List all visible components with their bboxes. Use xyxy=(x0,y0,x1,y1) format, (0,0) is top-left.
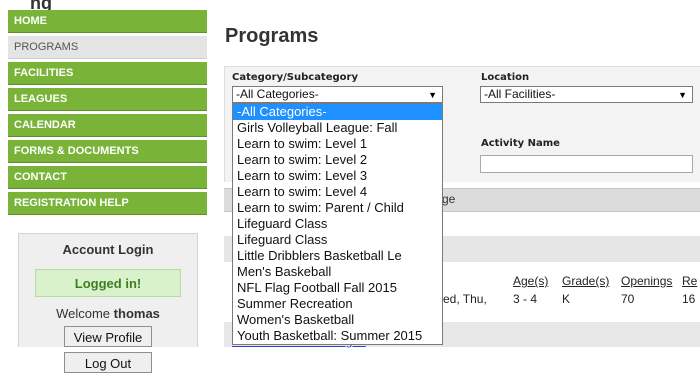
nav-item-home[interactable]: HOME xyxy=(8,10,207,33)
account-login-title: Account Login xyxy=(62,242,154,257)
username: thomas xyxy=(113,306,160,321)
column-header-openings[interactable]: Openings xyxy=(621,274,672,288)
dropdown-arrow-icon: ▼ xyxy=(678,90,687,100)
dropdown-option[interactable]: NFL Flag Football Fall 2015 xyxy=(233,280,442,296)
account-login-panel: Account Login Logged in! Welcome thomas … xyxy=(18,233,198,373)
category-select[interactable]: -All Categories- ▼ xyxy=(232,86,443,103)
dropdown-option[interactable]: Men's Baskeball xyxy=(233,264,442,280)
dropdown-option[interactable]: Learn to swim: Level 1 xyxy=(233,136,442,152)
nav-item-calendar[interactable]: CALENDAR xyxy=(8,114,207,137)
sidebar-header-fragment: ng xyxy=(30,0,52,10)
column-header-registered[interactable]: Re xyxy=(682,274,697,288)
location-label: Location xyxy=(481,72,530,83)
nav-item-leagues[interactable]: LEAGUES xyxy=(8,88,207,111)
dropdown-option[interactable]: Learn to swim: Level 3 xyxy=(233,168,442,184)
cell-days: ed, Thu, xyxy=(443,292,487,306)
welcome-message: Welcome thomas xyxy=(19,306,197,321)
log-out-button[interactable]: Log Out xyxy=(64,352,152,373)
page-title: Programs xyxy=(225,25,319,47)
dropdown-option[interactable]: Lifeguard Class xyxy=(233,216,442,232)
column-header-grades[interactable]: Grade(s) xyxy=(562,274,609,288)
column-header-ages[interactable]: Age(s) xyxy=(513,274,548,288)
nav-item-registration-help[interactable]: REGISTRATION HELP xyxy=(8,192,207,215)
category-label: Category/Subcategory xyxy=(232,72,358,83)
dropdown-option[interactable]: Little Dribblers Basketball Le xyxy=(233,248,442,264)
activity-name-label: Activity Name xyxy=(481,138,560,149)
dropdown-option[interactable]: Summer Recreation xyxy=(233,296,442,312)
view-profile-button[interactable]: View Profile xyxy=(64,326,152,347)
nav-item-facilities[interactable]: FACILITIES xyxy=(8,62,207,85)
toolbar-text-fragment: ge xyxy=(442,192,456,206)
dropdown-option[interactable]: Learn to swim: Level 2 xyxy=(233,152,442,168)
dropdown-option[interactable]: Learn to swim: Parent / Child xyxy=(233,200,442,216)
nav-item-contact[interactable]: CONTACT xyxy=(8,166,207,189)
dropdown-option[interactable]: Youth Basketball: Summer 2015 xyxy=(233,328,442,344)
logged-in-status: Logged in! xyxy=(35,269,181,297)
cell-registered: 16 xyxy=(682,292,696,306)
welcome-prefix: Welcome xyxy=(56,306,111,321)
location-selected-value: -All Facilities- xyxy=(484,87,556,101)
location-select[interactable]: -All Facilities- ▼ xyxy=(480,86,693,103)
cell-ages: 3 - 4 xyxy=(513,292,538,306)
dropdown-option[interactable]: Learn to swim: Level 4 xyxy=(233,184,442,200)
nav-item-forms-documents[interactable]: FORMS & DOCUMENTS xyxy=(8,140,207,163)
dropdown-arrow-icon: ▼ xyxy=(428,90,437,100)
nav-item-programs[interactable]: PROGRAMS xyxy=(8,36,207,59)
activity-name-input[interactable] xyxy=(480,155,693,173)
dropdown-option[interactable]: Girls Volleyball League: Fall xyxy=(233,120,442,136)
category-dropdown-list[interactable]: -All Categories- Girls Volleyball League… xyxy=(232,103,443,345)
dropdown-option[interactable]: -All Categories- xyxy=(233,104,442,120)
cell-grade: K xyxy=(562,292,571,306)
category-selected-value: -All Categories- xyxy=(236,87,319,101)
dropdown-option[interactable]: Women's Basketball xyxy=(233,312,442,328)
dropdown-option[interactable]: Lifeguard Class xyxy=(233,232,442,248)
cell-openings: 70 xyxy=(621,292,635,306)
